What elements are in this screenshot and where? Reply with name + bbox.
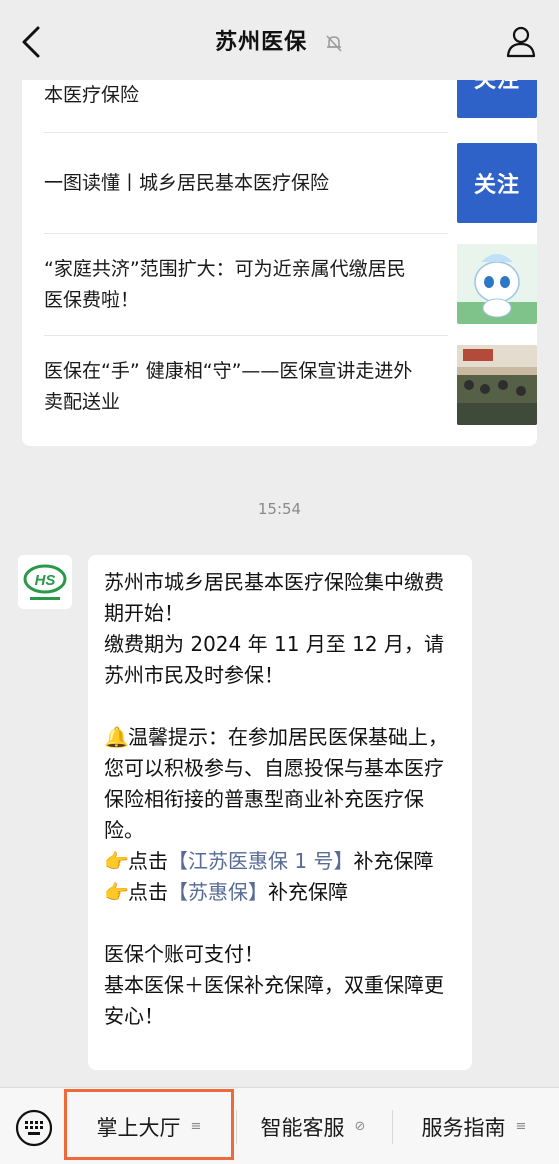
person-icon[interactable]	[505, 24, 537, 58]
link-icon: ⊘	[354, 1119, 366, 1134]
article-item[interactable]: “家庭共济”范围扩大：可为近亲属代缴居民医保费啦！	[44, 243, 537, 335]
bell-emoji-icon: 🔔	[104, 725, 129, 749]
article-item[interactable]: 一图读懂丨城乡居民基本医疗保险 关注	[44, 142, 537, 232]
article-item[interactable]: 医保在“手” 健康相“守”——医保宣讲走进外卖配送业	[44, 345, 537, 437]
message-line: 医保个账可支付！	[104, 942, 264, 966]
page-title: 苏州医保	[0, 24, 559, 56]
submenu-icon: ≡	[515, 1119, 527, 1134]
highlight-box	[64, 1089, 234, 1160]
divider	[44, 233, 448, 234]
divider	[44, 132, 448, 133]
article-title: 本医疗保险	[44, 84, 140, 106]
message-bubble: 苏州市城乡居民基本医疗保险集中缴费期开始！ 缴费期为 2024 年 11 月至 …	[88, 555, 472, 1070]
message-line: 👉点击【苏惠保】补充保障	[104, 877, 458, 908]
nav-bar: 苏州医保	[0, 0, 559, 80]
link-jiangsu-yihuibao[interactable]: 【江苏医惠保 1 号】	[168, 849, 353, 873]
article-title: 医保在“手” 健康相“守”——医保宣讲走进外卖配送业	[44, 360, 413, 413]
pointing-hand-icon: 👉	[104, 849, 129, 873]
message-line: 缴费期为 2024 年 11 月至 12 月，请苏州市民及时参保！	[104, 632, 444, 687]
keyboard-icon[interactable]	[14, 1108, 54, 1148]
account-name: 苏州医保	[215, 30, 308, 55]
article-title: 一图读懂丨城乡居民基本医疗保险	[44, 172, 330, 194]
menu-item-service-guide[interactable]: 服务指南 ≡	[394, 1088, 554, 1164]
article-list-card: 本医疗保险 关注 一图读懂丨城乡居民基本医疗保险 关注 “家庭共济”范围扩大：可…	[22, 58, 537, 446]
follow-banner: 关注	[457, 143, 537, 223]
message-line: 苏州市城乡居民基本医疗保险集中缴费期开始！	[104, 570, 444, 625]
bell-off-icon	[326, 35, 342, 52]
svg-text:HS: HS	[35, 572, 56, 589]
pointing-hand-icon: 👉	[104, 880, 129, 904]
link-suhuibao[interactable]: 【苏惠保】	[168, 880, 268, 904]
mascot-image	[457, 244, 537, 324]
message-timestamp: 15:54	[257, 500, 302, 518]
article-title: “家庭共济”范围扩大：可为近亲属代缴居民医保费啦！	[44, 258, 406, 311]
account-avatar[interactable]: HS	[18, 555, 72, 609]
divider	[44, 335, 448, 336]
meeting-photo	[457, 345, 537, 425]
message-tip: 🔔温馨提示：在参加居民医保基础上，您可以积极参与、自愿投保与基本医疗保险相衔接的…	[104, 722, 458, 846]
menu-label: 智能客服	[260, 1115, 345, 1140]
message-line: 👉点击【江苏医惠保 1 号】补充保障	[104, 846, 458, 877]
menu-item-smart-service[interactable]: 智能客服 ⊘	[238, 1088, 388, 1164]
menu-label: 服务指南	[421, 1115, 506, 1140]
message-line: 基本医保＋医保补充保障，双重保障更安心！	[104, 973, 444, 1028]
